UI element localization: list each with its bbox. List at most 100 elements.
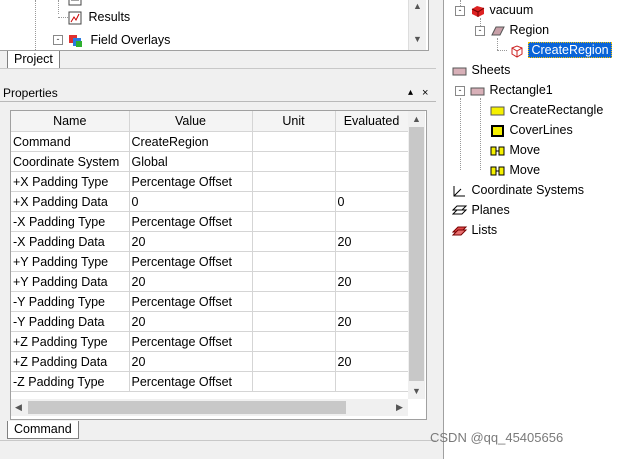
move-icon xyxy=(490,146,505,156)
tree-item-lists[interactable]: Lists xyxy=(452,221,497,239)
tree-item-results[interactable]: Results xyxy=(68,7,130,27)
cell-value[interactable]: 20 xyxy=(129,231,253,252)
cell-value[interactable]: 20 xyxy=(129,311,253,332)
cell-evaluated xyxy=(335,251,409,272)
properties-grid[interactable]: Name Value Unit Evaluated Command CreateR… xyxy=(10,110,427,420)
cell-value[interactable]: 20 xyxy=(129,271,253,292)
table-row[interactable]: Command CreateRegion xyxy=(11,131,409,152)
table-row[interactable]: -Y Padding Type Percentage Offset xyxy=(11,291,409,312)
table-row[interactable]: -X Padding Type Percentage Offset xyxy=(11,211,409,232)
cell-name: -Z Padding Type xyxy=(11,371,130,392)
cell-unit xyxy=(252,291,336,312)
cell-evaluated xyxy=(335,211,409,232)
cell-name: Coordinate System xyxy=(11,151,130,172)
cell-name: +Y Padding Data xyxy=(11,271,130,292)
tree-item-label: Planes xyxy=(471,203,510,217)
tree-item-region[interactable]: Region xyxy=(490,21,549,39)
cell-unit xyxy=(252,171,336,192)
column-header-name[interactable]: Name xyxy=(11,111,130,132)
scroll-thumb[interactable] xyxy=(28,401,346,414)
table-row[interactable]: -X Padding Data 20 20 xyxy=(11,231,409,252)
scroll-up-icon[interactable]: ▲ xyxy=(412,114,421,124)
pin-icon[interactable]: ▴ xyxy=(408,85,413,101)
table-row[interactable]: +Z Padding Type Percentage Offset xyxy=(11,331,409,352)
tree-item-label: Sheets xyxy=(471,63,511,77)
cell-value[interactable]: CreateRegion xyxy=(129,131,253,152)
cell-unit xyxy=(252,211,336,232)
scroll-down-icon[interactable]: ▼ xyxy=(413,34,422,44)
cover-lines-icon xyxy=(491,124,504,137)
table-row[interactable]: +X Padding Type Percentage Offset xyxy=(11,171,409,192)
column-header-evaluated[interactable]: Evaluated xyxy=(335,111,409,132)
tree-item-move[interactable]: Move xyxy=(490,161,540,179)
scroll-left-icon[interactable]: ◀ xyxy=(15,402,22,413)
scroll-down-icon[interactable]: ▼ xyxy=(412,386,421,396)
column-header-value[interactable]: Value xyxy=(129,111,253,132)
tree-item-label: Lists xyxy=(471,223,498,237)
table-row[interactable]: +Y Padding Type Percentage Offset xyxy=(11,251,409,272)
cell-unit xyxy=(252,371,336,392)
cell-unit xyxy=(252,271,336,292)
column-header-unit[interactable]: Unit xyxy=(252,111,336,132)
model-tree[interactable]: - vacuum - Region CreateRegion Sheets - … xyxy=(443,0,617,459)
tree-item-field-overlays[interactable]: Field Overlays xyxy=(68,30,170,50)
properties-horizontal-scrollbar[interactable]: ◀ ▶ xyxy=(11,399,408,416)
cell-value[interactable]: Percentage Offset xyxy=(129,291,253,312)
cell-value[interactable]: Percentage Offset xyxy=(129,211,253,232)
table-row[interactable]: +Y Padding Data 20 20 xyxy=(11,271,409,292)
table-row[interactable]: -Z Padding Type Percentage Offset xyxy=(11,371,409,392)
cell-value[interactable]: Global xyxy=(129,151,253,172)
tree-item-label: Move xyxy=(509,143,541,157)
collapse-toggle[interactable]: - xyxy=(455,86,465,96)
properties-vertical-scrollbar[interactable]: ▲ ▼ xyxy=(408,111,425,399)
tree-guide xyxy=(497,50,507,51)
project-tree-scrollbar[interactable]: ▲ ▼ xyxy=(408,0,426,50)
cell-value[interactable]: Percentage Offset xyxy=(129,371,253,392)
watermark: CSDN @qq_45405656 xyxy=(430,430,564,445)
tree-item-planes[interactable]: Planes xyxy=(452,201,510,219)
cell-value[interactable]: Percentage Offset xyxy=(129,251,253,272)
cell-evaluated xyxy=(335,151,409,172)
cell-value[interactable]: 20 xyxy=(129,351,253,372)
close-icon[interactable]: × xyxy=(422,85,428,101)
tree-item-sheets[interactable]: Sheets xyxy=(452,61,510,79)
cell-name: +Z Padding Data xyxy=(11,351,130,372)
tree-item-coordinate-systems[interactable]: Coordinate Systems xyxy=(452,181,584,199)
cell-evaluated xyxy=(335,331,409,352)
cell-value[interactable]: Percentage Offset xyxy=(129,171,253,192)
table-row[interactable]: -Y Padding Data 20 20 xyxy=(11,311,409,332)
tree-item-label: vacuum xyxy=(489,3,534,17)
create-rectangle-icon xyxy=(490,106,505,116)
scroll-thumb[interactable] xyxy=(409,127,424,381)
cell-evaluated: 0 xyxy=(335,191,409,212)
tree-guide xyxy=(35,0,36,50)
table-row[interactable]: Coordinate System Global xyxy=(11,151,409,172)
scroll-right-icon[interactable]: ▶ xyxy=(396,402,403,413)
tree-guide xyxy=(460,98,461,170)
collapse-toggle[interactable]: - xyxy=(53,35,63,45)
tree-item-vacuum[interactable]: vacuum xyxy=(470,1,533,19)
tab-command[interactable]: Command xyxy=(7,421,79,439)
tree-item-create-rectangle[interactable]: CreateRectangle xyxy=(490,101,603,119)
sheet-icon xyxy=(452,67,467,76)
tree-item-cover-lines[interactable]: CoverLines xyxy=(490,121,573,139)
table-row[interactable]: +X Padding Data 0 0 xyxy=(11,191,409,212)
cell-value[interactable]: Percentage Offset xyxy=(129,331,253,352)
field-overlays-icon xyxy=(69,34,82,47)
tree-item-create-region[interactable]: CreateRegion xyxy=(509,41,612,59)
cell-value[interactable]: 0 xyxy=(129,191,253,212)
table-header-row: Name Value Unit Evaluated xyxy=(11,111,409,132)
tree-item-rectangle1[interactable]: Rectangle1 xyxy=(470,81,553,99)
tab-project[interactable]: Project xyxy=(7,51,60,69)
tree-guide xyxy=(497,38,498,50)
divider xyxy=(0,440,436,441)
collapse-toggle[interactable]: - xyxy=(475,26,485,36)
scroll-up-icon[interactable]: ▲ xyxy=(413,1,422,11)
project-tree[interactable]: Results - Field Overlays ▲ ▼ xyxy=(0,0,429,51)
tree-guide xyxy=(58,0,59,14)
tree-item-move[interactable]: Move xyxy=(490,141,540,159)
table-row[interactable]: +Z Padding Data 20 20 xyxy=(11,351,409,372)
cell-name: -Y Padding Data xyxy=(11,311,130,332)
cell-evaluated: 20 xyxy=(335,231,409,252)
collapse-toggle[interactable]: - xyxy=(455,6,465,16)
